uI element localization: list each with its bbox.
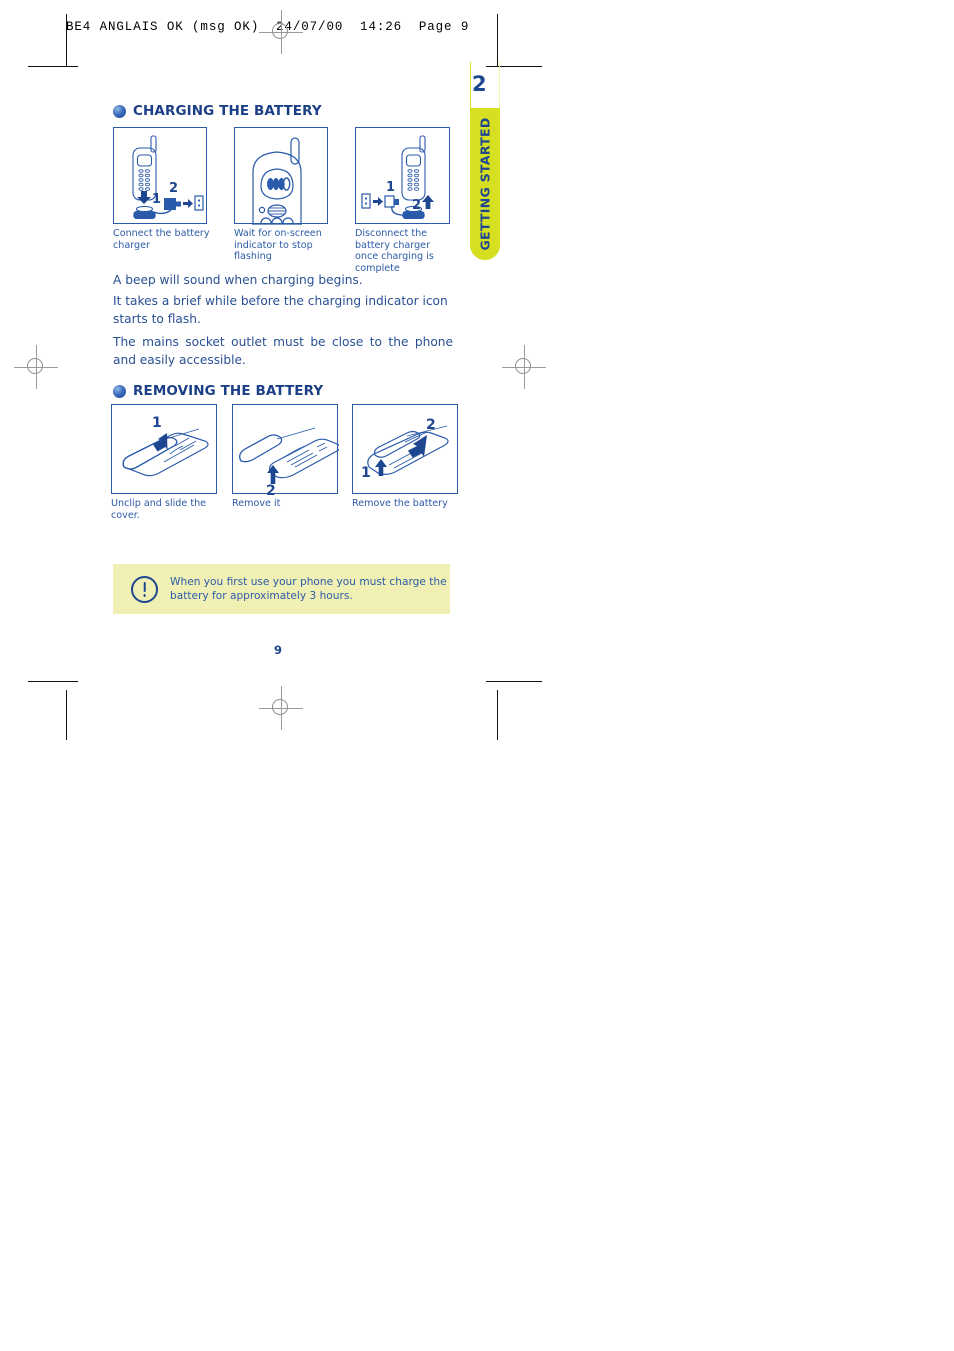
crop-mark-top-right-horizontal: [486, 66, 542, 67]
crop-mark-bottom-left-vertical: [66, 690, 67, 740]
figure-caption-remove-cover: Remove it: [232, 498, 281, 509]
tab-rule-right: [499, 62, 500, 108]
svg-text:1: 1: [152, 415, 162, 431]
paragraph-mains-socket: The mains socket outlet must be close to…: [113, 335, 453, 367]
figure-unclip-cover-art: 1: [122, 415, 209, 477]
chapter-tab: GETTING STARTED: [470, 108, 500, 260]
figure-caption-unclip-cover: Unclip and slide the cover.: [111, 498, 207, 521]
note-box: When you first use your phone you must c…: [113, 564, 450, 614]
crop-mark-top-left-horizontal: [28, 66, 78, 67]
section-title-removing: REMOVING THE BATTERY: [133, 383, 324, 399]
svg-text:1: 1: [152, 192, 161, 207]
figure-caption-remove-battery: Remove the battery: [352, 498, 448, 509]
tab-rule-left: [470, 62, 471, 108]
svg-text:2: 2: [266, 483, 276, 495]
paragraph-indicator-delay: It takes a brief while before the chargi…: [113, 294, 448, 326]
crop-mark-bottom-right-horizontal: [486, 681, 542, 682]
registration-mark-left: [14, 345, 58, 389]
figure-connect-charger: 1 2: [113, 127, 207, 224]
figure-disconnect-charger: 2 1: [355, 127, 450, 224]
paragraph-beep: A beep will sound when charging begins.: [113, 273, 363, 287]
figure-wait-indicator-art: [252, 137, 302, 225]
section-heading-removing: REMOVING THE BATTERY: [113, 383, 323, 399]
svg-text:1: 1: [361, 465, 371, 481]
svg-text:1: 1: [386, 180, 395, 195]
chapter-tab-label: GETTING STARTED: [477, 117, 493, 251]
svg-text:2: 2: [169, 181, 178, 196]
crop-mark-bottom-right-vertical: [497, 690, 498, 740]
svg-text:2: 2: [426, 417, 436, 433]
manual-page: BE4 ANGLAIS OK (msg OK) 24/07/00 14:26 P…: [0, 0, 954, 1351]
section-title-charging: CHARGING THE BATTERY: [133, 103, 322, 119]
registration-mark-right: [502, 345, 546, 389]
crop-mark-top-right-vertical: [497, 14, 498, 66]
section-heading-charging: CHARGING THE BATTERY: [113, 103, 322, 119]
figure-connect-charger-art: 1 2: [132, 135, 204, 219]
figure-disconnect-charger-art: 2 1: [361, 135, 434, 219]
figure-wait-indicator: [234, 127, 328, 225]
figure-remove-cover: 2: [232, 404, 339, 495]
crop-mark-bottom-left-horizontal: [28, 681, 78, 682]
bullet-sphere-icon: [113, 104, 126, 118]
bullet-sphere-icon-2: [113, 384, 126, 398]
figure-caption-disconnect-charger: Disconnect the battery charger once char…: [355, 228, 434, 274]
figure-caption-wait-indicator: Wait for on-screen indicator to stop fla…: [234, 228, 322, 263]
figure-remove-battery-art: 2 1: [361, 417, 449, 481]
exclamation-circle-icon: [131, 575, 158, 603]
chapter-number: 2: [472, 72, 487, 96]
page-number: 9: [274, 643, 283, 657]
crop-mark-top-left-vertical: [66, 14, 67, 66]
note-text: When you first use your phone you must c…: [170, 576, 447, 602]
figure-caption-connect-charger: Connect the battery charger: [113, 228, 210, 251]
registration-mark-top-center: [259, 10, 303, 54]
registration-mark-bottom-center: [259, 686, 303, 730]
figure-remove-cover-art: 2: [239, 427, 339, 495]
figure-remove-battery: 2 1: [352, 404, 458, 494]
figure-unclip-cover: 1: [111, 404, 217, 494]
svg-text:2: 2: [412, 198, 421, 213]
